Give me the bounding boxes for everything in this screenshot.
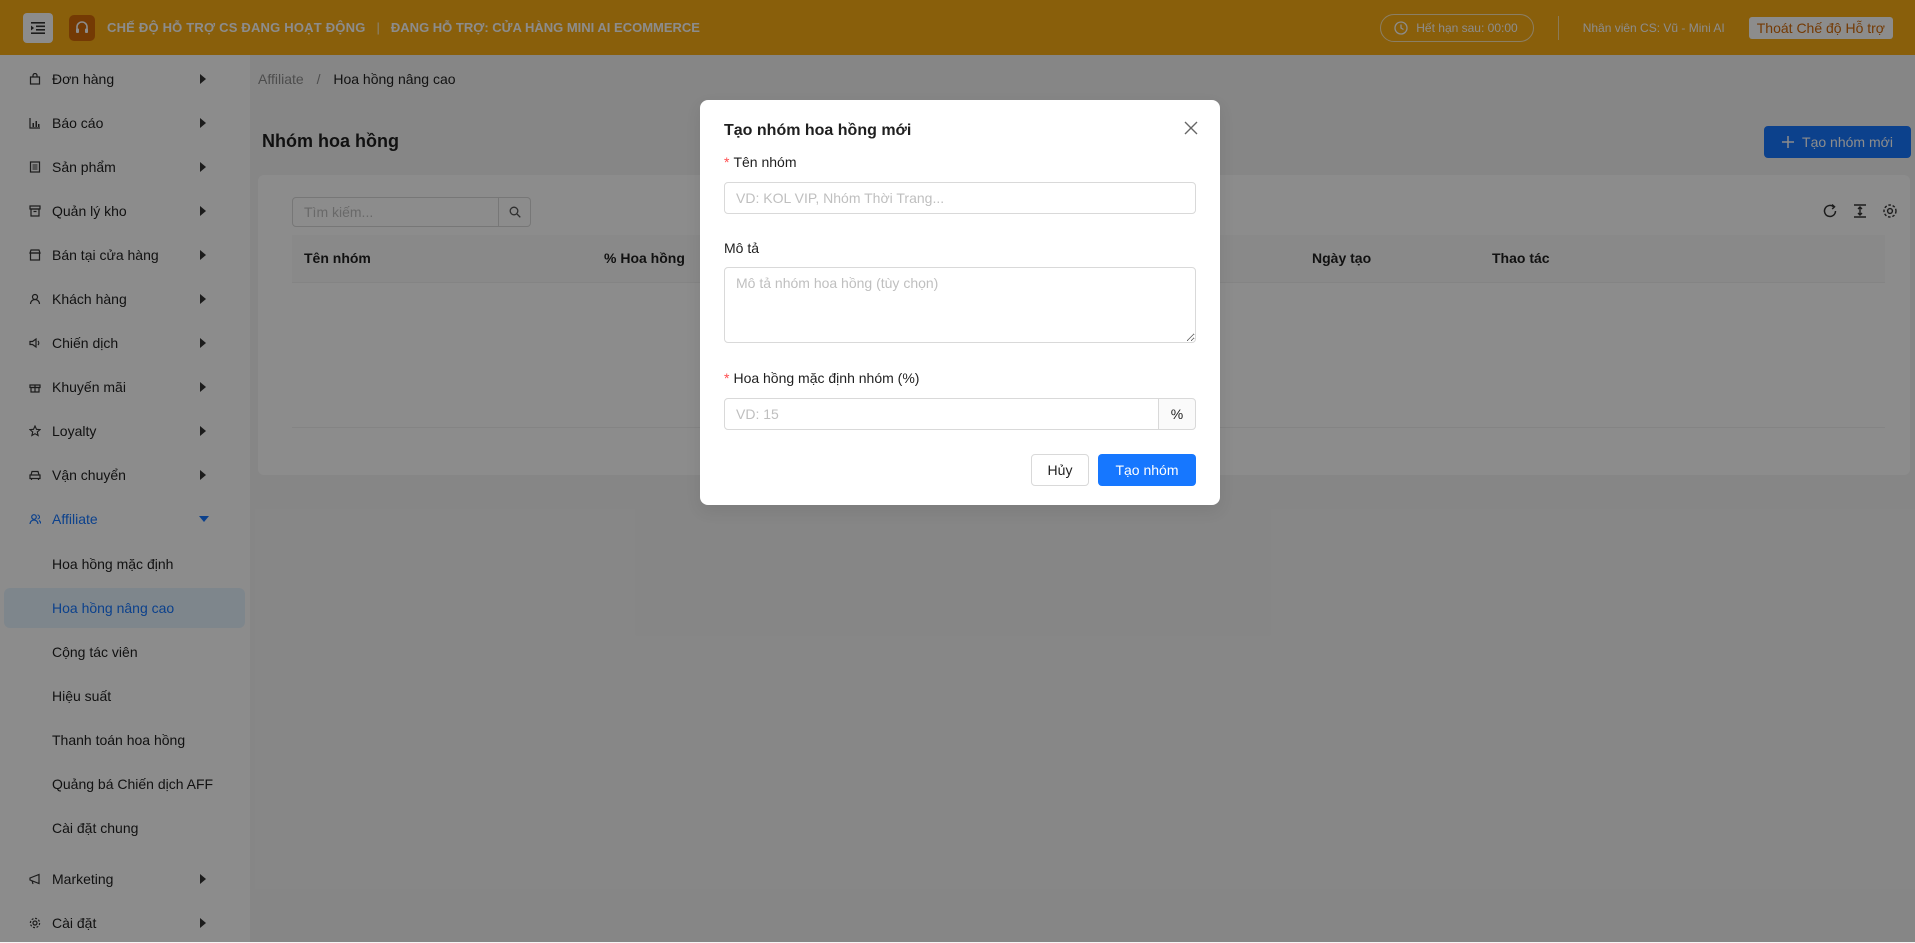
default-rate-label-text: Hoa hồng mặc định nhóm (%) <box>733 370 920 386</box>
default-rate-label: * Hoa hồng mặc định nhóm (%) <box>724 370 919 386</box>
group-name-label: * Tên nhóm <box>724 154 797 170</box>
description-textarea[interactable] <box>724 267 1196 343</box>
required-mark: * <box>724 154 730 170</box>
create-group-modal: Tạo nhóm hoa hồng mới *Tên nhóm Mô tả *H… <box>700 100 1220 505</box>
close-icon[interactable] <box>1184 121 1198 138</box>
group-name-input[interactable] <box>724 182 1196 214</box>
percent-addon: % <box>1158 398 1196 430</box>
create-group-button[interactable]: Tạo nhóm <box>1098 454 1196 486</box>
required-mark: * <box>724 370 730 386</box>
description-label: Mô tả <box>724 240 760 256</box>
cancel-button[interactable]: Hủy <box>1031 454 1089 486</box>
group-name-label-text: Tên nhóm <box>733 154 797 170</box>
modal-title: Tạo nhóm hoa hồng mới <box>724 122 912 139</box>
default-rate-input[interactable] <box>724 398 1159 430</box>
